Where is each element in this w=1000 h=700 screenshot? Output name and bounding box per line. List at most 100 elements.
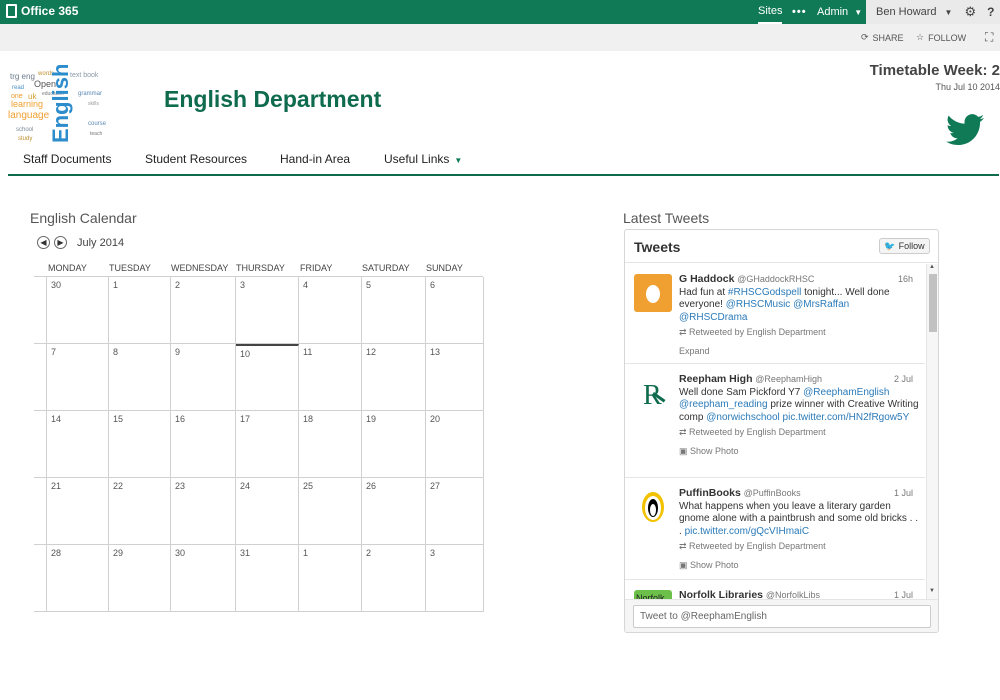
tweet-link[interactable]: @norwichschool (706, 412, 780, 423)
tweet-avatar[interactable]: Norfolk (634, 590, 672, 599)
tweet-timestamp[interactable]: 1 Jul (894, 487, 913, 500)
tweet-avatar[interactable]: R (634, 374, 672, 412)
calendar-day-cell[interactable]: 2 (171, 277, 236, 344)
tweet-author-name[interactable]: PuffinBooks (679, 487, 741, 499)
tweet-timestamp[interactable]: 1 Jul (894, 589, 913, 599)
calendar-day-cell[interactable]: 1 (109, 277, 171, 344)
calendar-day-cell[interactable]: 22 (109, 478, 171, 545)
nav-student-resources[interactable]: Student Resources (145, 152, 247, 166)
tweet-action-link[interactable]: ▣ Show Photo (679, 445, 919, 458)
calendar-day-cell[interactable]: 20 (426, 411, 484, 478)
calendar-day-cell[interactable]: 2 (362, 545, 426, 612)
tweet-action-link[interactable]: Expand (679, 345, 919, 358)
calendar-day-cell[interactable]: 7 (47, 344, 109, 411)
sites-link[interactable]: Sites (758, 0, 783, 24)
calendar-day-cell[interactable]: 29 (109, 545, 171, 612)
share-button[interactable]: ⟳ SHARE (861, 32, 904, 43)
calendar-day-cell[interactable]: 16 (171, 411, 236, 478)
tweet[interactable]: PuffinBooks @PuffinBooks 1 Jul What happen… (625, 478, 925, 580)
tweet-author-handle[interactable]: @GHaddockRHSC (737, 274, 814, 284)
scroll-down-icon[interactable]: ▼ (929, 588, 935, 594)
calendar-day-cell[interactable]: 11 (299, 344, 362, 411)
tweet-link[interactable]: @ReephamEnglish (803, 387, 889, 398)
tweet-link[interactable]: @reepham_reading (679, 399, 768, 410)
tweet-link[interactable]: pic.twitter.com/HN2fRgow5Y (783, 412, 910, 423)
calendar-day-cell[interactable]: 27 (426, 478, 484, 545)
tweet-author-name[interactable]: G Haddock (679, 273, 734, 285)
tweet[interactable]: R Reepham High @ReephamHigh 2 Jul Well done… (625, 364, 925, 478)
tweet-link[interactable]: @RHSCMusic (726, 299, 791, 310)
scrollbar-thumb[interactable] (929, 274, 937, 332)
tweet-timestamp[interactable]: 2 Jul (894, 373, 913, 386)
calendar-day-cell[interactable]: 12 (362, 344, 426, 411)
calendar-day-cell[interactable]: 8 (109, 344, 171, 411)
calendar-day-cell[interactable]: 24 (236, 478, 299, 545)
tweet-link[interactable]: @MrsRaffan (793, 299, 849, 310)
office365-brand[interactable]: Office 365 (6, 4, 78, 18)
calendar-day-number: 3 (240, 280, 246, 290)
tweet-author-name[interactable]: Reepham High (679, 373, 753, 385)
tweet-action-link[interactable]: ▣ Show Photo (679, 559, 919, 572)
calendar-day-cell[interactable]: 10 (236, 344, 299, 411)
tweet-link[interactable]: @RHSCDrama (679, 312, 748, 323)
user-menu[interactable]: Ben Howard ▼ ⚙ ? (866, 0, 1000, 24)
tweet[interactable]: G Haddock @GHaddockRHSC 16h Had fun at #RH… (625, 264, 925, 364)
tweet-timestamp[interactable]: 16h (898, 273, 913, 286)
tweet-input[interactable]: Tweet to @ReephamEnglish (633, 605, 931, 628)
tweet-avatar[interactable] (634, 274, 672, 312)
twitter-follow-button[interactable]: 🐦 Follow (879, 238, 930, 254)
retweet-info: ⇄ Retweeted by English Department (679, 540, 919, 553)
calendar-day-cell[interactable]: 26 (362, 478, 426, 545)
tweet-author-handle[interactable]: @NorfolkLibs (766, 590, 820, 599)
calendar-day-cell[interactable]: 19 (362, 411, 426, 478)
calendar-day-cell[interactable]: 6 (426, 277, 484, 344)
tweet-scrollbar[interactable]: ▲ ▼ (926, 264, 938, 599)
calendar-day-cell[interactable]: 30 (171, 545, 236, 612)
calendar-day-cell[interactable]: 23 (171, 478, 236, 545)
gear-icon[interactable]: ⚙ (964, 4, 976, 20)
tweet[interactable]: Norfolk Norfolk Libraries @NorfolkLibs 1 J… (625, 580, 925, 599)
previous-month-icon[interactable]: ◀ (37, 236, 50, 249)
calendar-day-cell[interactable]: 13 (426, 344, 484, 411)
tweet-link[interactable]: pic.twitter.com/gQcVIHmaiC (685, 526, 809, 537)
nav-useful-links[interactable]: Useful Links ▼ (384, 152, 462, 166)
focus-content-icon[interactable]: ⛶ (985, 30, 993, 45)
tweet-avatar[interactable] (634, 488, 672, 526)
calendar-day-cell[interactable]: 4 (299, 277, 362, 344)
calendar-month-nav: ◀ ▶ July 2014 (37, 236, 124, 249)
tweet-link[interactable]: #RHSCGodspell (728, 287, 801, 298)
nav-staff-documents[interactable]: Staff Documents (23, 152, 112, 166)
tweet-author-handle[interactable]: @ReephamHigh (755, 374, 822, 384)
twitter-bird-icon[interactable] (946, 114, 984, 146)
calendar-day-cell[interactable]: 9 (171, 344, 236, 411)
calendar-day-cell[interactable]: 30 (47, 277, 109, 344)
tweet-author-name[interactable]: Norfolk Libraries (679, 589, 763, 599)
site-logo[interactable]: trg eng words text book read Open one uk… (8, 65, 123, 145)
calendar-day-cell[interactable]: 1 (299, 545, 362, 612)
calendar-day-cell[interactable]: 5 (362, 277, 426, 344)
more-apps-button[interactable]: ••• (792, 0, 807, 24)
calendar-day-cell[interactable]: 17 (236, 411, 299, 478)
retweet-label: Retweeted by English Department (689, 427, 826, 438)
follow-label: Follow (898, 241, 925, 251)
tweet-list[interactable]: G Haddock @GHaddockRHSC 16h Had fun at #RH… (625, 264, 925, 599)
calendar-day-cell[interactable]: 3 (426, 545, 484, 612)
calendar-day-cell[interactable]: 31 (236, 545, 299, 612)
weekday-label: SATURDAY (362, 263, 410, 273)
calendar-day-cell[interactable]: 14 (47, 411, 109, 478)
calendar-day-cell[interactable]: 28 (47, 545, 109, 612)
calendar-day-cell[interactable]: 21 (47, 478, 109, 545)
calendar-day-cell[interactable]: 18 (299, 411, 362, 478)
admin-menu[interactable]: Admin ▼ (817, 0, 862, 24)
timetable-week: Timetable Week: 2 (869, 62, 1000, 79)
calendar-day-cell[interactable]: 3 (236, 277, 299, 344)
next-month-icon[interactable]: ▶ (54, 236, 67, 249)
follow-button[interactable]: ☆ FOLLOW (916, 32, 966, 43)
calendar-day-cell[interactable]: 15 (109, 411, 171, 478)
site-title[interactable]: English Department (164, 86, 381, 113)
calendar-day-cell[interactable]: 25 (299, 478, 362, 545)
scroll-up-icon[interactable]: ▲ (929, 264, 935, 270)
tweet-author-handle[interactable]: @PuffinBooks (744, 488, 801, 498)
nav-hand-in-area[interactable]: Hand-in Area (280, 152, 350, 166)
help-icon[interactable]: ? (987, 5, 994, 19)
